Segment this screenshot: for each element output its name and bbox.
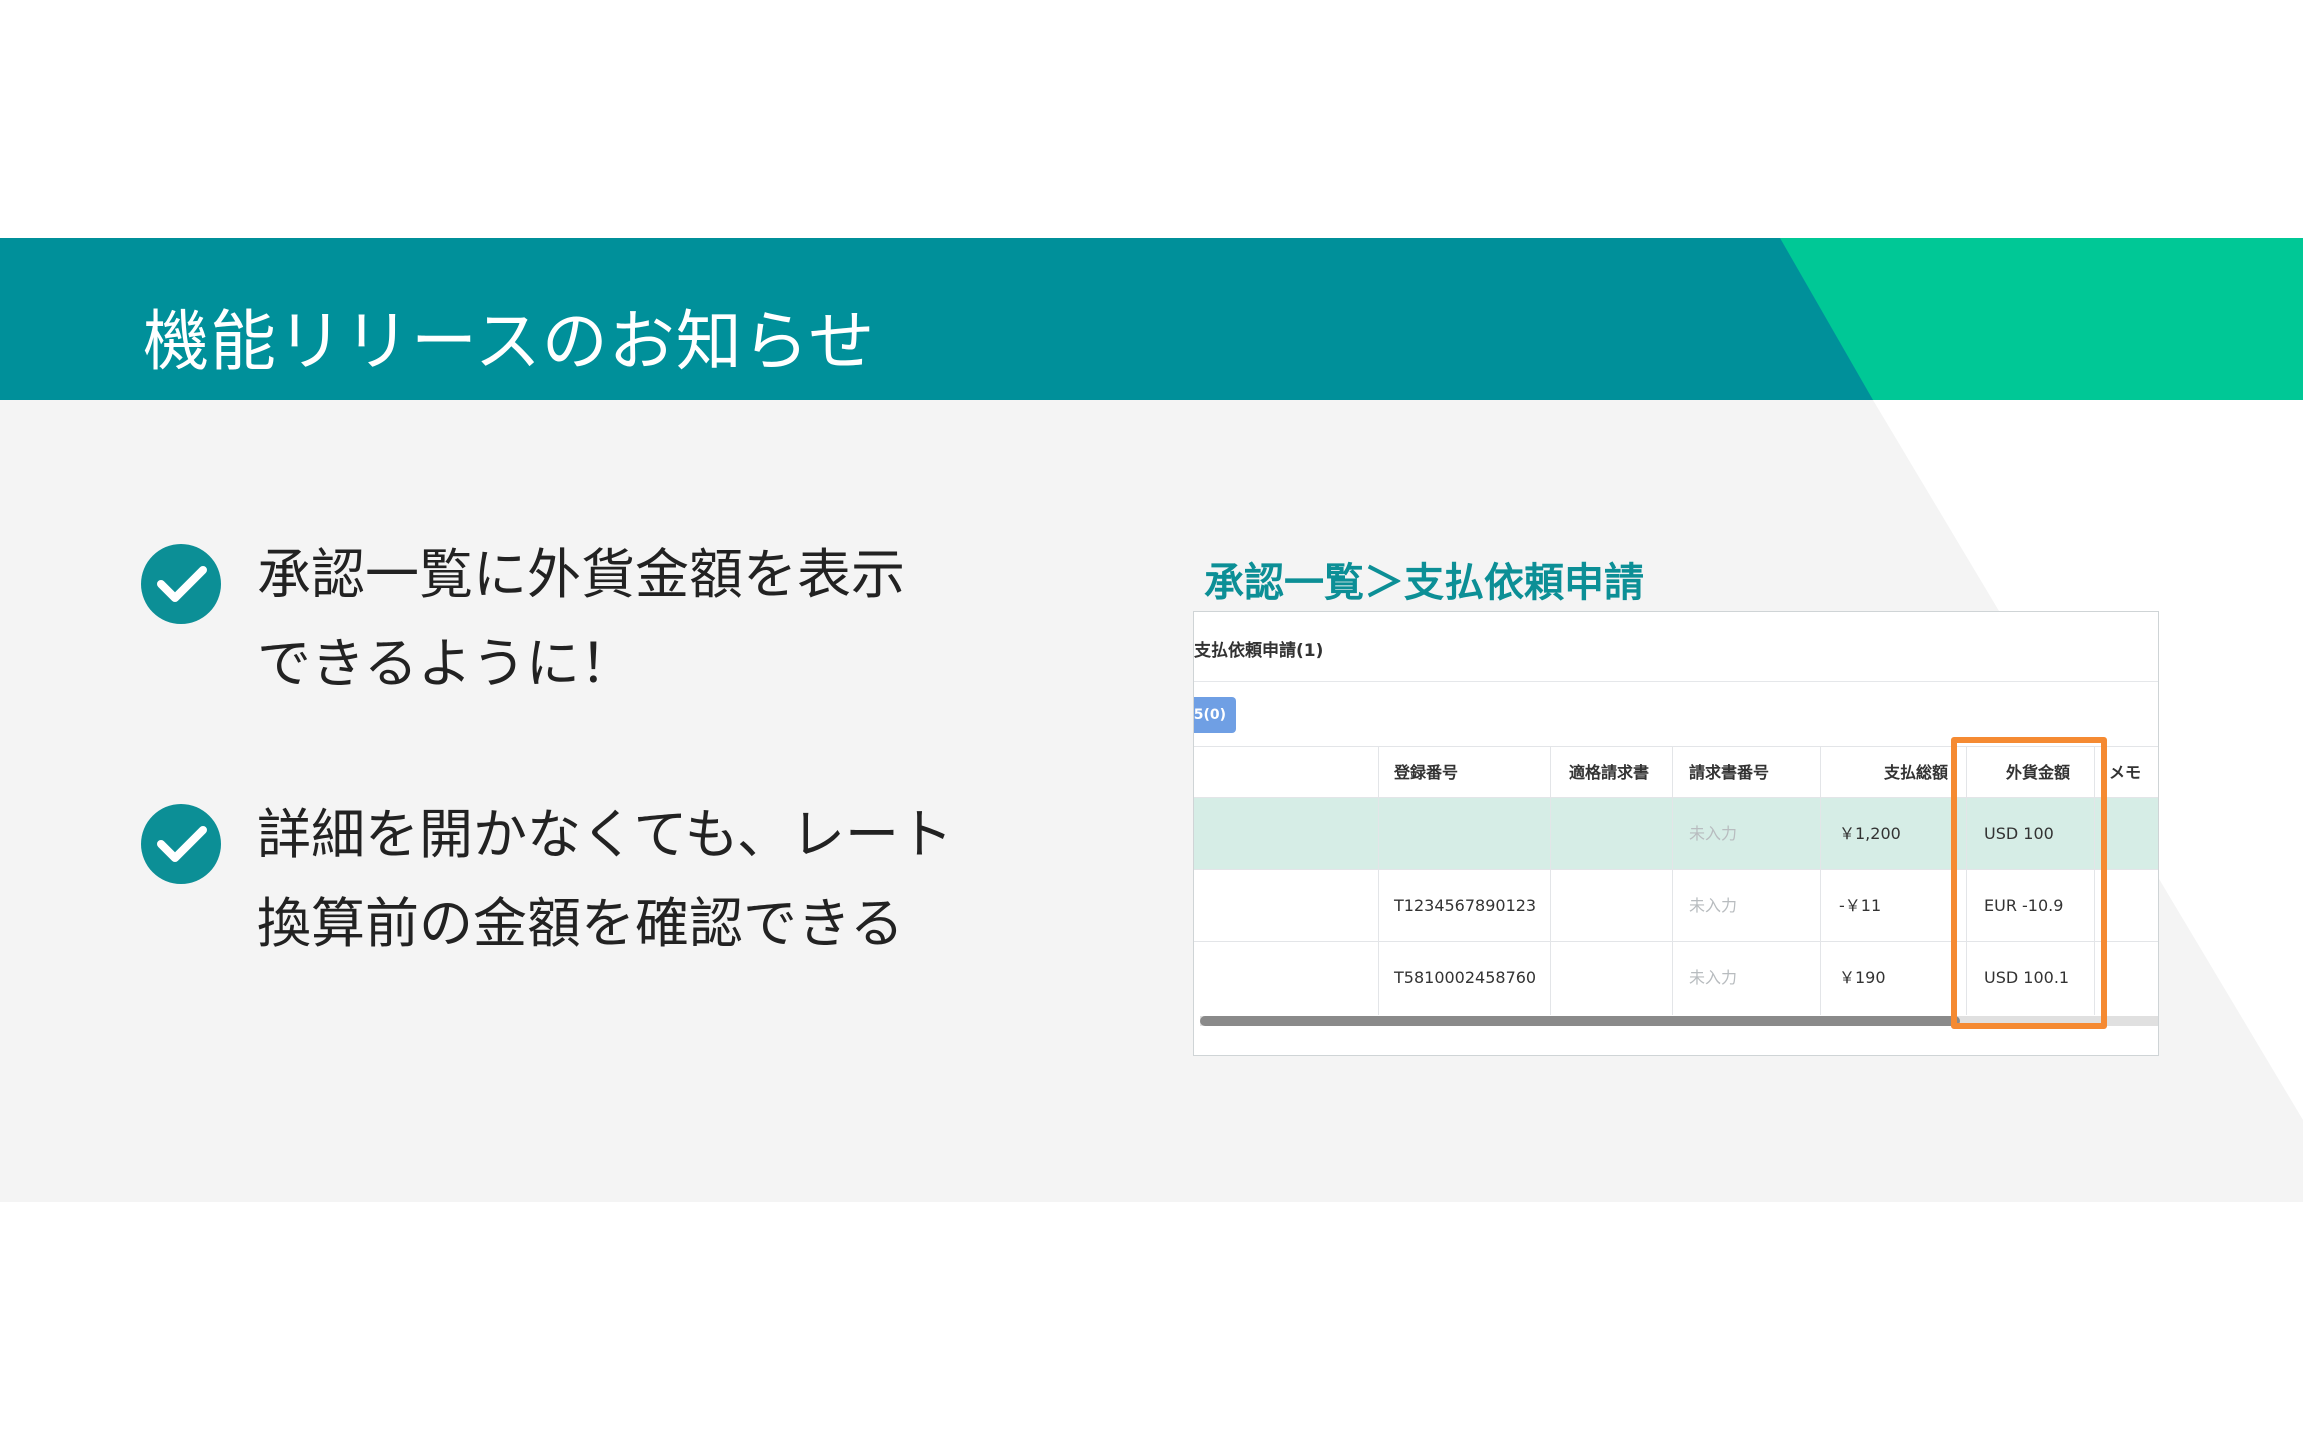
page-title: 機能リリースのお知らせ: [143, 303, 876, 380]
column-divider: [1672, 746, 1673, 1015]
cell-invoice-no: 未入力: [1689, 968, 1738, 987]
bullet-text: 詳細を開かなくても、レート 換算前の金額を確認できる: [257, 790, 953, 968]
bullet-line: 承認一覧に外貨金額を表示: [257, 543, 905, 606]
bullet-line: 詳細を開かなくても、レート: [257, 803, 954, 866]
column-divider: [1820, 746, 1821, 1015]
header-bar: 機能リリースのお知らせ: [0, 238, 2303, 400]
check-circle-icon: [141, 804, 221, 884]
filter-chip-button[interactable]: 5(0): [1194, 697, 1236, 733]
bullet-line: できるように！: [257, 632, 634, 695]
cell-total: -￥11: [1839, 896, 1882, 915]
column-header[interactable]: 支払総額: [1884, 747, 1948, 798]
divider: [1194, 681, 2158, 682]
column-header[interactable]: 登録番号: [1394, 747, 1458, 798]
panel-title: 支払依頼申請(1): [1194, 641, 1324, 661]
horizontal-scrollbar-thumb[interactable]: [1200, 1016, 1960, 1026]
cell-invoice-no: 未入力: [1689, 824, 1738, 843]
cell-registration: T5810002458760: [1394, 968, 1537, 987]
screenshot-breadcrumb: 承認一覧＞支払依頼申請: [1204, 560, 1644, 606]
cell-invoice-no: 未入力: [1689, 896, 1738, 915]
cell-registration: T1234567890123: [1394, 896, 1537, 915]
check-circle-icon: [141, 544, 221, 624]
foreign-amount-highlight-box: [1951, 737, 2107, 1029]
column-divider: [1550, 746, 1551, 1015]
column-header[interactable]: メモ: [2109, 747, 2141, 798]
column-divider: [1378, 746, 1379, 1015]
bullet-text: 承認一覧に外貨金額を表示 できるように！: [257, 530, 905, 708]
bullet-line: 換算前の金額を確認できる: [257, 892, 904, 955]
column-header[interactable]: 適格請求書: [1569, 747, 1649, 798]
column-header[interactable]: 請求書番号: [1689, 747, 1769, 798]
cell-total: ￥190: [1839, 968, 1886, 987]
cell-total: ￥1,200: [1839, 824, 1901, 843]
